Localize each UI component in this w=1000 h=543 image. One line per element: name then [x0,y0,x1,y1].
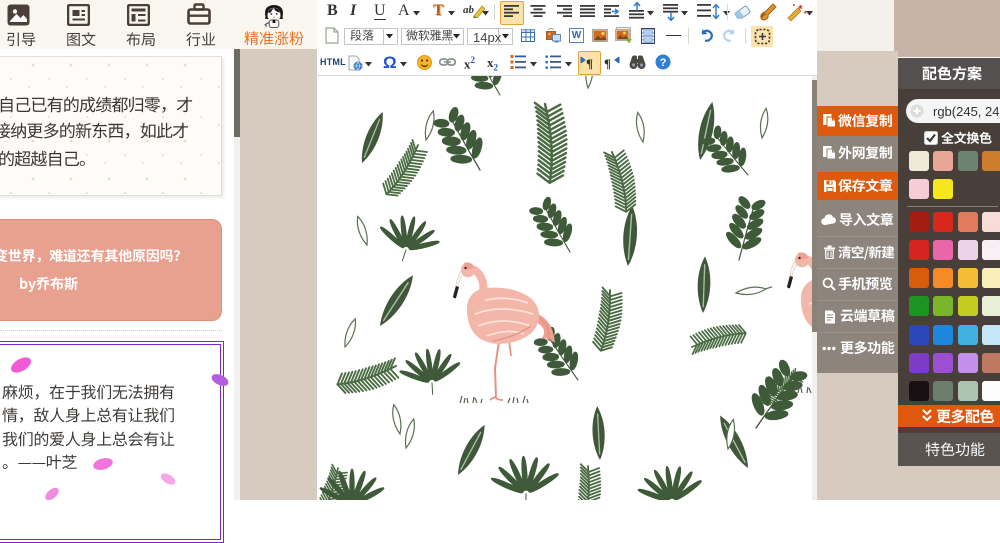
svg-text:¶: ¶ [586,56,593,70]
svg-text:?: ? [660,57,667,69]
svg-text:¶: ¶ [604,56,611,70]
